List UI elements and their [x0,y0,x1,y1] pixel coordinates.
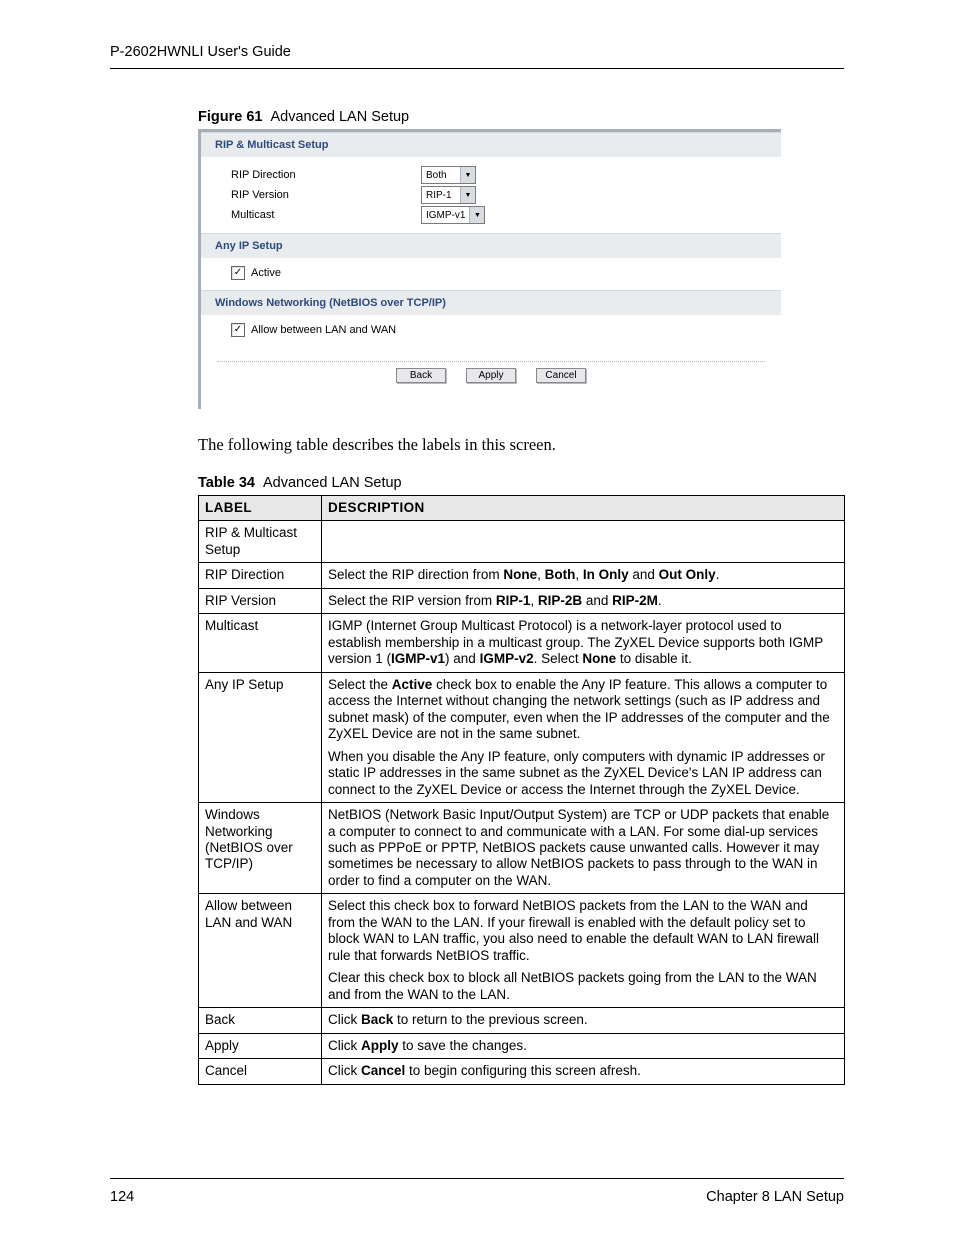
table-cell-description: Click Apply to save the changes. [322,1033,845,1058]
apply-button[interactable]: Apply [466,368,516,383]
row-multicast: Multicast IGMP-v1 ▼ [231,205,781,225]
table-row: BackClick Back to return to the previous… [199,1008,845,1033]
table-cell-label: Any IP Setup [199,672,322,802]
table-cell-label: Allow between LAN and WAN [199,894,322,1008]
checkbox-allow-lan-wan-label: Allow between LAN and WAN [251,324,396,336]
section-any-ip-heading: Any IP Setup [201,233,781,258]
select-value: IGMP-v1 [422,210,469,221]
cancel-button[interactable]: Cancel [536,368,586,383]
table-cell-label: RIP Direction [199,563,322,588]
table-cell-description: Click Back to return to the previous scr… [322,1008,845,1033]
table-row: MulticastIGMP (Internet Group Multicast … [199,614,845,672]
table-row: Allow between LAN and WANSelect this che… [199,894,845,1008]
section-rip-multicast-heading: RIP & Multicast Setup [201,132,781,157]
table-title: Advanced LAN Setup [263,475,402,491]
back-button[interactable]: Back [396,368,446,383]
table-cell-description: Click Cancel to begin configuring this s… [322,1059,845,1084]
table-cell-description: Select the RIP direction from None, Both… [322,563,845,588]
table-cell-description: Select the RIP version from RIP-1, RIP-2… [322,588,845,613]
checkbox-allow-lan-wan[interactable]: ✓ [231,323,245,337]
table-row: CancelClick Cancel to begin configuring … [199,1059,845,1084]
description-table: LABEL DESCRIPTION RIP & Multicast SetupR… [198,495,845,1085]
label-multicast: Multicast [231,209,421,221]
row-rip-direction: RIP Direction Both ▼ [231,165,781,185]
table-body: RIP & Multicast SetupRIP DirectionSelect… [199,521,845,1084]
table-cell-description [322,521,845,563]
table-row: Windows Networking (NetBIOS over TCP/IP)… [199,803,845,894]
table-cell-description: Select the Active check box to enable th… [322,672,845,802]
table-head-description: DESCRIPTION [322,496,845,521]
table-cell-label: Windows Networking (NetBIOS over TCP/IP) [199,803,322,894]
select-rip-direction[interactable]: Both ▼ [421,166,476,184]
checkbox-active[interactable]: ✓ [231,266,245,280]
table-cell-label: Apply [199,1033,322,1058]
chevron-down-icon[interactable]: ▼ [460,167,475,183]
table-cell-description: Select this check box to forward NetBIOS… [322,894,845,1008]
select-value: RIP-1 [422,190,460,201]
table-cell-label: RIP & Multicast Setup [199,521,322,563]
table-row: ApplyClick Apply to save the changes. [199,1033,845,1058]
row-any-ip-active: ✓ Active [201,258,781,290]
checkbox-active-label: Active [251,267,281,279]
label-rip-version: RIP Version [231,189,421,201]
table-cell-description: NetBIOS (Network Basic Input/Output Syst… [322,803,845,894]
table-cell-label: RIP Version [199,588,322,613]
figure-title: Advanced LAN Setup [270,109,409,125]
table-caption: Table 34 Advanced LAN Setup [198,475,844,491]
label-rip-direction: RIP Direction [231,169,421,181]
select-rip-version[interactable]: RIP-1 ▼ [421,186,476,204]
chevron-down-icon[interactable]: ▼ [469,207,484,223]
row-rip-version: RIP Version RIP-1 ▼ [231,185,781,205]
figure-label: Figure 61 [198,109,262,125]
figure-caption: Figure 61 Advanced LAN Setup [198,109,844,125]
table-cell-label: Cancel [199,1059,322,1084]
table-row: RIP & Multicast Setup [199,521,845,563]
table-row: RIP DirectionSelect the RIP direction fr… [199,563,845,588]
chevron-down-icon[interactable]: ▼ [460,187,475,203]
running-header: P-2602HWNLI User's Guide [110,44,844,69]
table-row: RIP VersionSelect the RIP version from R… [199,588,845,613]
chapter-label: Chapter 8 LAN Setup [706,1189,844,1205]
table-cell-label: Back [199,1008,322,1033]
select-multicast[interactable]: IGMP-v1 ▼ [421,206,485,224]
row-netbios-allow: ✓ Allow between LAN and WAN [201,315,781,351]
section-netbios-heading: Windows Networking (NetBIOS over TCP/IP) [201,290,781,315]
select-value: Both [422,170,460,181]
table-head-label: LABEL [199,496,322,521]
table-cell-description: IGMP (Internet Group Multicast Protocol)… [322,614,845,672]
body-text: The following table describes the labels… [198,435,844,455]
router-config-panel: RIP & Multicast Setup RIP Direction Both… [198,129,781,409]
table-label: Table 34 [198,475,255,491]
page-number: 124 [110,1189,134,1205]
table-cell-label: Multicast [199,614,322,672]
table-row: Any IP SetupSelect the Active check box … [199,672,845,802]
